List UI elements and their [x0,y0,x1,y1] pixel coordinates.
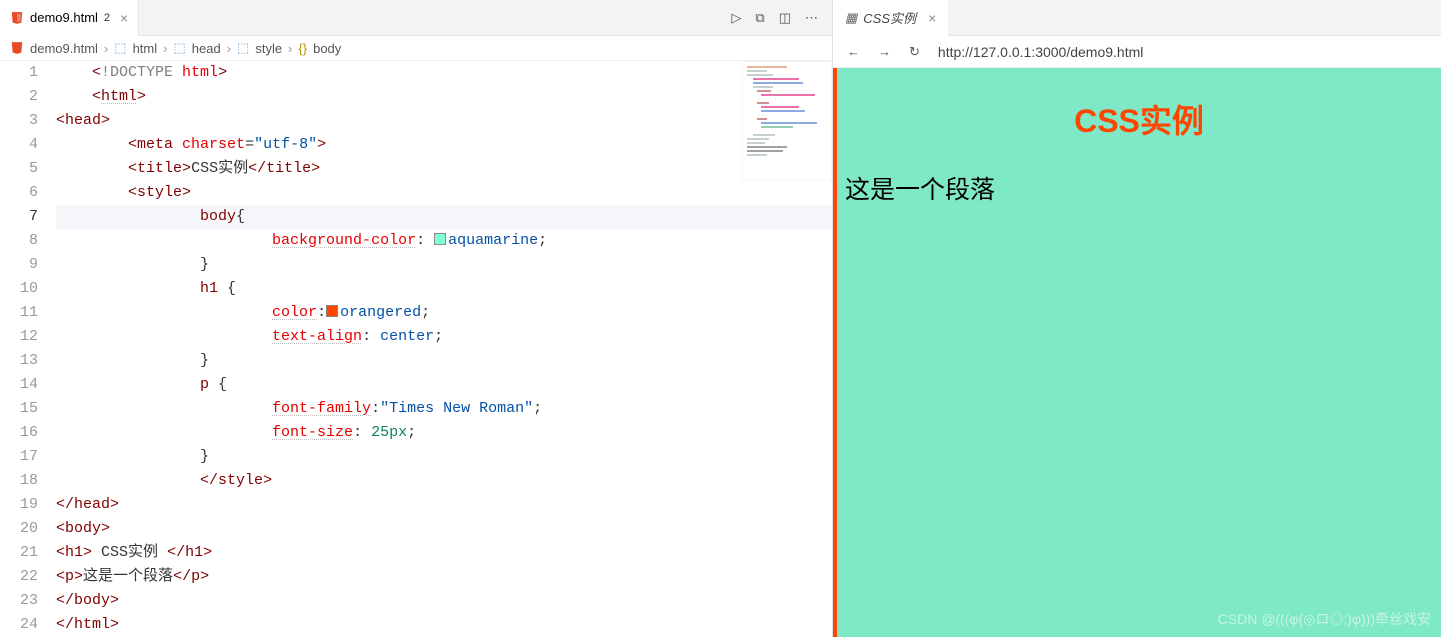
code-editor[interactable]: 123456789101112131415161718192021222324 … [0,61,832,637]
module-icon: ⬚ [237,40,249,56]
breadcrumb-item[interactable]: body [313,41,341,56]
preview-pane: ▦ CSS实例 × ← → ↻ http://127.0.0.1:3000/de… [833,0,1441,637]
preview-icon: ▦ [845,10,857,26]
preview-viewport: CSS实例 这是一个段落 CSDN @(((φ(◎ロ◎;)φ)))牵丝戏安 [833,68,1441,637]
reload-button[interactable]: ↻ [909,44,920,60]
preview-heading: CSS实例 [837,96,1441,142]
braces-icon: {} [298,41,307,56]
minimap[interactable] [742,61,832,181]
tab-filename: demo9.html [30,10,98,25]
html5-icon [10,41,24,55]
code-area[interactable]: <!DOCTYPE html> <html><head> <meta chars… [56,61,832,637]
chevron-right-icon: › [227,41,231,56]
back-button[interactable]: ← [847,44,860,59]
breadcrumb-item[interactable]: html [133,41,158,56]
preview-tabbar: ▦ CSS实例 × [833,0,1441,36]
editor-pane: demo9.html 2 × ▷ ⧉ ◫ ⋯ demo9.html › ⬚ ht… [0,0,833,637]
editor-tab[interactable]: demo9.html 2 × [0,0,139,36]
chevron-right-icon: › [163,41,167,56]
html5-icon [10,11,24,25]
forward-button[interactable]: → [878,44,891,59]
preview-toolbar: ← → ↻ http://127.0.0.1:3000/demo9.html [833,36,1441,68]
watermark-text: CSDN @(((φ(◎ロ◎;)φ)))牵丝戏安 [1218,609,1431,629]
chevron-right-icon: › [104,41,108,56]
line-number-gutter: 123456789101112131415161718192021222324 [0,61,56,637]
breadcrumb-item[interactable]: head [192,41,221,56]
module-icon: ⬚ [114,40,126,56]
preview-paragraph: 这是一个段落 [845,170,1441,206]
breadcrumb: demo9.html › ⬚ html › ⬚ head › ⬚ style ›… [0,36,832,61]
editor-toolbar: ▷ ⧉ ◫ ⋯ [731,10,832,26]
breadcrumb-item[interactable]: style [255,41,282,56]
url-display[interactable]: http://127.0.0.1:3000/demo9.html [938,44,1143,60]
close-icon[interactable]: × [928,10,936,26]
editor-tabbar: demo9.html 2 × ▷ ⧉ ◫ ⋯ [0,0,832,36]
breadcrumb-file[interactable]: demo9.html [30,41,98,56]
tab-dirty-badge: 2 [104,12,110,24]
module-icon: ⬚ [173,40,185,56]
diff-icon[interactable]: ⧉ [755,10,764,26]
chevron-right-icon: › [288,41,292,56]
preview-tab[interactable]: ▦ CSS实例 × [833,0,948,36]
preview-tab-title: CSS实例 [863,8,916,27]
close-icon[interactable]: × [120,10,128,26]
run-icon[interactable]: ▷ [731,10,741,26]
split-icon[interactable]: ◫ [779,10,791,26]
more-icon[interactable]: ⋯ [805,10,818,26]
